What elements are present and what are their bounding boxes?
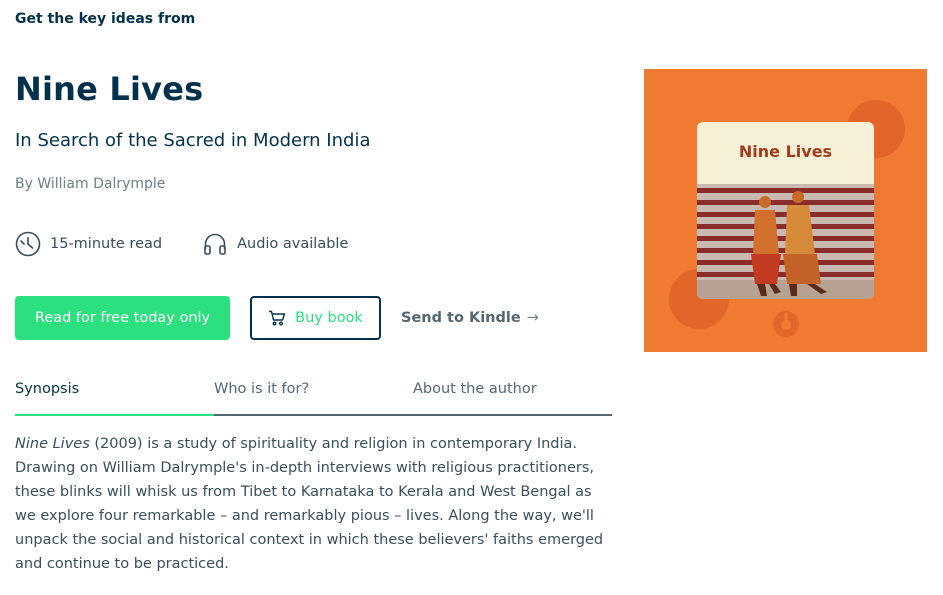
book-title: Nine Lives [15,70,204,108]
read-time: 15-minute read [15,231,162,257]
tab-about-the-author[interactable]: About the author [413,376,612,414]
cart-icon [269,310,286,326]
book-meta: 15-minute read Audio available [15,230,348,258]
synopsis-body: (2009) is a study of spirituality and re… [15,436,604,572]
content-tabs: Synopsis Who is it for? About the author [15,376,612,416]
synopsis-book-title: Nine Lives [15,436,90,452]
blinkist-logo-icon [773,311,799,337]
eyebrow-text: Get the key ideas from [15,11,196,27]
tab-who-is-it-for[interactable]: Who is it for? [214,376,413,414]
tab-synopsis[interactable]: Synopsis [15,376,214,416]
read-time-label: 15-minute read [50,236,163,252]
book-subtitle: In Search of the Sacred in Modern India [15,130,371,151]
send-to-kindle-label: Send to Kindle [401,310,521,326]
cover-photo [697,184,874,299]
book-cover: Nine Lives [644,69,927,352]
cover-title: Nine Lives [738,142,833,161]
read-free-button[interactable]: Read for free today only [15,296,230,340]
send-to-kindle-link[interactable]: Send to Kindle → [401,310,539,326]
arrow-right-icon: → [526,310,539,326]
synopsis-text: Nine Lives (2009) is a study of spiritua… [15,432,615,576]
cover-card: Nine Lives [697,122,874,299]
buy-book-label: Buy book [295,310,363,326]
audio-label: Audio available [237,236,349,252]
buy-book-button[interactable]: Buy book [250,296,381,340]
book-page: Get the key ideas from Nine Lives In Sea… [0,0,943,595]
audio-availability: Audio available [202,231,348,257]
action-buttons: Read for free today only Buy book Send t… [15,296,539,340]
clock-icon [15,231,41,257]
headphones-icon [204,233,226,255]
book-author: By William Dalrymple [15,176,166,192]
